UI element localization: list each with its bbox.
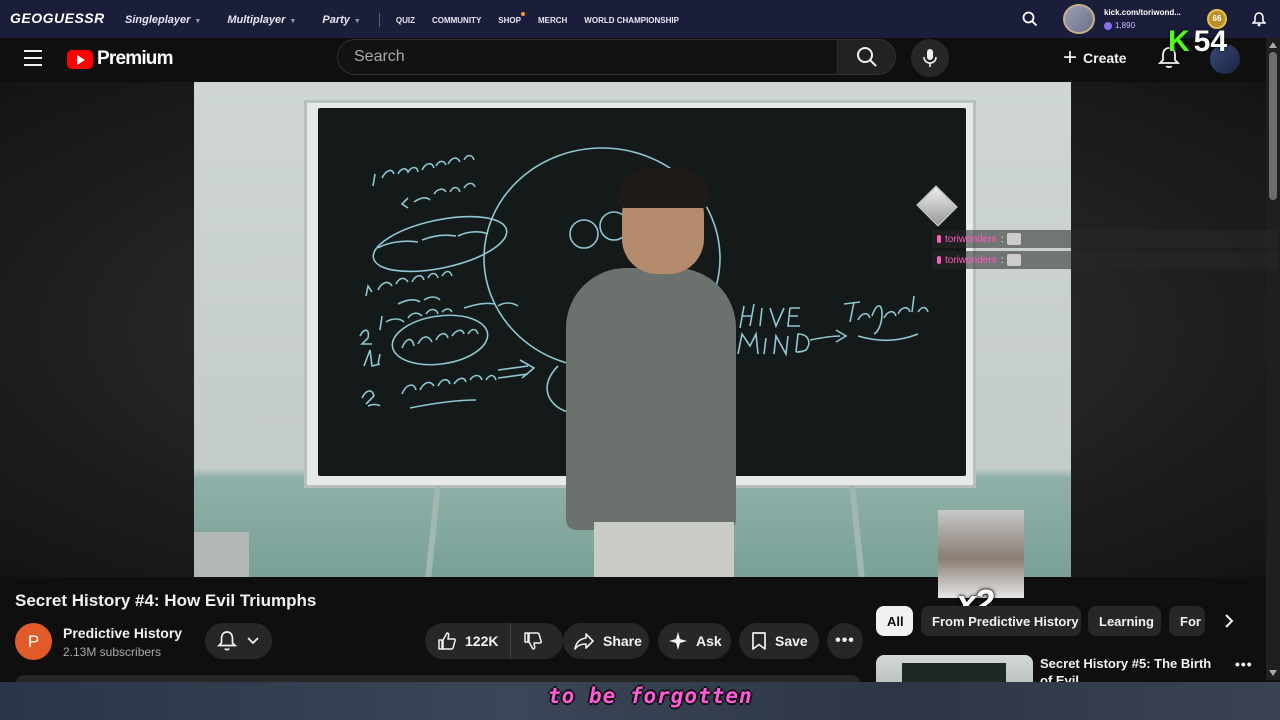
board-stand-left xyxy=(425,485,441,577)
avatar[interactable] xyxy=(1063,4,1095,34)
dislike-button[interactable] xyxy=(511,623,555,659)
nav-merch[interactable]: MERCH xyxy=(538,16,567,25)
notification-dot xyxy=(520,11,525,16)
chevron-down-icon: ▼ xyxy=(194,18,202,25)
nav-multiplayer-label: Multiplayer xyxy=(227,14,286,26)
chevron-right-icon[interactable] xyxy=(1215,606,1243,636)
nav-singleplayer-label: Singleplayer xyxy=(125,14,191,26)
emote-icon xyxy=(1007,254,1022,266)
video-title: Secret History #4: How Evil Triumphs xyxy=(15,591,317,610)
scroll-thumb[interactable] xyxy=(1269,52,1277,200)
presenter-hair xyxy=(618,168,710,208)
coin-balance: 1,890 xyxy=(1104,21,1135,30)
chat-username: toriwonders xyxy=(945,233,997,245)
video-player[interactable] xyxy=(0,82,1266,577)
nav-party-label: Party xyxy=(322,14,350,26)
bell-icon[interactable] xyxy=(1252,12,1266,27)
presenter-pants xyxy=(594,522,734,577)
chip-for-you[interactable]: For xyxy=(1169,606,1205,636)
logo-text: Premium xyxy=(97,48,174,69)
chat-separator: : xyxy=(1000,233,1004,245)
emote-icon xyxy=(1007,233,1022,245)
video-frame[interactable] xyxy=(194,82,1071,577)
mic-icon xyxy=(937,256,941,264)
desk xyxy=(194,532,249,577)
nav-divider xyxy=(378,13,380,27)
bell-icon xyxy=(217,631,238,651)
save-label: Save xyxy=(775,633,808,649)
plus-icon: + xyxy=(1063,44,1078,71)
search-icon[interactable] xyxy=(1022,11,1038,27)
nav-shop[interactable]: SHOP xyxy=(498,11,525,25)
like-count: 122K xyxy=(465,633,499,649)
nav-singleplayer[interactable]: Singleplayer ▼ xyxy=(125,14,201,26)
chat-message: toriwonders : xyxy=(932,230,1278,248)
channel-name[interactable]: Predictive History xyxy=(63,625,182,641)
chat-username: toriwonders xyxy=(945,254,997,266)
search-box xyxy=(337,39,838,75)
search-button[interactable] xyxy=(837,39,896,75)
bookmark-icon xyxy=(752,632,766,650)
menu-icon[interactable] xyxy=(24,50,42,66)
scroll-down-arrow-icon[interactable] xyxy=(1269,670,1277,676)
youtube-play-icon xyxy=(67,49,93,69)
channel-avatar[interactable]: P xyxy=(15,623,52,660)
username[interactable]: kick.com/toriwond... xyxy=(1104,8,1181,17)
more-actions-button[interactable]: ••• xyxy=(827,623,863,659)
nav-party[interactable]: Party ▼ xyxy=(322,14,360,26)
youtube-header: Premium + Create xyxy=(0,38,1266,82)
ask-label: Ask xyxy=(696,633,722,649)
chip-learning[interactable]: Learning xyxy=(1088,606,1161,636)
thumbs-down-icon xyxy=(524,632,543,650)
youtube-logo[interactable]: Premium xyxy=(67,48,174,70)
coin-icon xyxy=(1104,21,1112,30)
subscription-bell-button[interactable] xyxy=(205,623,272,659)
geoguessr-logo[interactable]: GEOGUESSR xyxy=(10,10,105,26)
sparkle-icon xyxy=(669,632,687,650)
board-stand-right xyxy=(849,485,865,577)
presenter-shirt xyxy=(566,268,736,530)
like-button[interactable]: 122K xyxy=(425,623,512,659)
kick-viewer-count: 54 xyxy=(1193,25,1228,58)
recommended-title[interactable]: Secret History #5: The Birth of Evil xyxy=(1040,655,1225,682)
nav-quiz[interactable]: QUIZ xyxy=(396,16,415,25)
save-button[interactable]: Save xyxy=(739,623,819,659)
share-label: Share xyxy=(603,633,642,649)
page-scrollbar[interactable] xyxy=(1266,38,1280,680)
nav-multiplayer[interactable]: Multiplayer ▼ xyxy=(227,14,296,26)
search-icon xyxy=(856,47,877,67)
nav-world-championship[interactable]: WORLD CHAMPIONSHIP xyxy=(584,16,679,25)
geoguessr-topbar: GEOGUESSR Singleplayer ▼ Multiplayer ▼ Par… xyxy=(0,0,1280,38)
subscriber-count: 2.13M subscribers xyxy=(63,645,162,659)
chip-all[interactable]: All xyxy=(876,606,913,636)
chat-separator: : xyxy=(1000,254,1004,266)
scroll-up-arrow-icon[interactable] xyxy=(1269,42,1277,48)
thumbs-up-icon xyxy=(438,632,456,650)
create-button[interactable]: + Create xyxy=(1057,40,1141,76)
more-vertical-icon[interactable]: ••• xyxy=(1235,656,1253,672)
kick-viewer-badge: K 54 xyxy=(1168,27,1227,57)
coin-amount: 1,890 xyxy=(1115,21,1136,30)
like-dislike-group: 122K xyxy=(425,623,563,659)
stream-caption: to be forgotten xyxy=(548,684,753,708)
chevron-down-icon xyxy=(247,637,259,645)
search-input[interactable] xyxy=(338,40,837,74)
voice-search-button[interactable] xyxy=(911,39,949,77)
ask-button[interactable]: Ask xyxy=(658,623,731,659)
chat-message: toriwonders : xyxy=(932,251,1278,269)
chevron-down-icon: ▼ xyxy=(289,18,297,25)
geoguessr-nav: Singleplayer ▼ Multiplayer ▼ Party ▼ QUIZ C… xyxy=(125,11,696,27)
nav-community[interactable]: COMMUNITY xyxy=(432,16,481,25)
more-horizontal-icon: ••• xyxy=(835,632,855,649)
chevron-down-icon: ▼ xyxy=(353,18,361,25)
chip-from-channel[interactable]: From Predictive History xyxy=(921,606,1081,636)
share-icon xyxy=(574,633,594,650)
nav-shop-label: SHOP xyxy=(498,15,521,25)
recommended-thumbnail[interactable] xyxy=(876,655,1033,685)
mic-icon xyxy=(937,235,941,243)
kick-logo: K xyxy=(1168,25,1190,58)
microphone-icon xyxy=(923,49,937,67)
share-button[interactable]: Share xyxy=(563,623,649,659)
create-label: Create xyxy=(1083,50,1127,66)
